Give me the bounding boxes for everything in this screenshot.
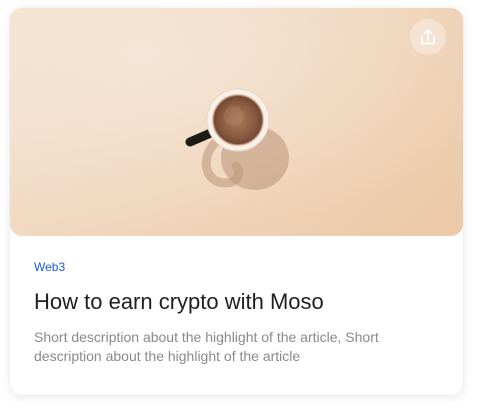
article-description: Short description about the highlight of… bbox=[34, 329, 379, 364]
article-image bbox=[10, 8, 463, 236]
article-title[interactable]: How to earn crypto with Moso bbox=[34, 288, 439, 316]
article-card[interactable]: Web3 How to earn crypto with Moso Short … bbox=[10, 8, 463, 395]
article-body: Web3 How to earn crypto with Moso Short … bbox=[34, 260, 439, 366]
coffee-cup-photo bbox=[10, 8, 463, 236]
share-button[interactable] bbox=[410, 19, 446, 55]
category-tag[interactable]: Web3 bbox=[34, 260, 439, 274]
share-upload-icon bbox=[421, 29, 435, 45]
